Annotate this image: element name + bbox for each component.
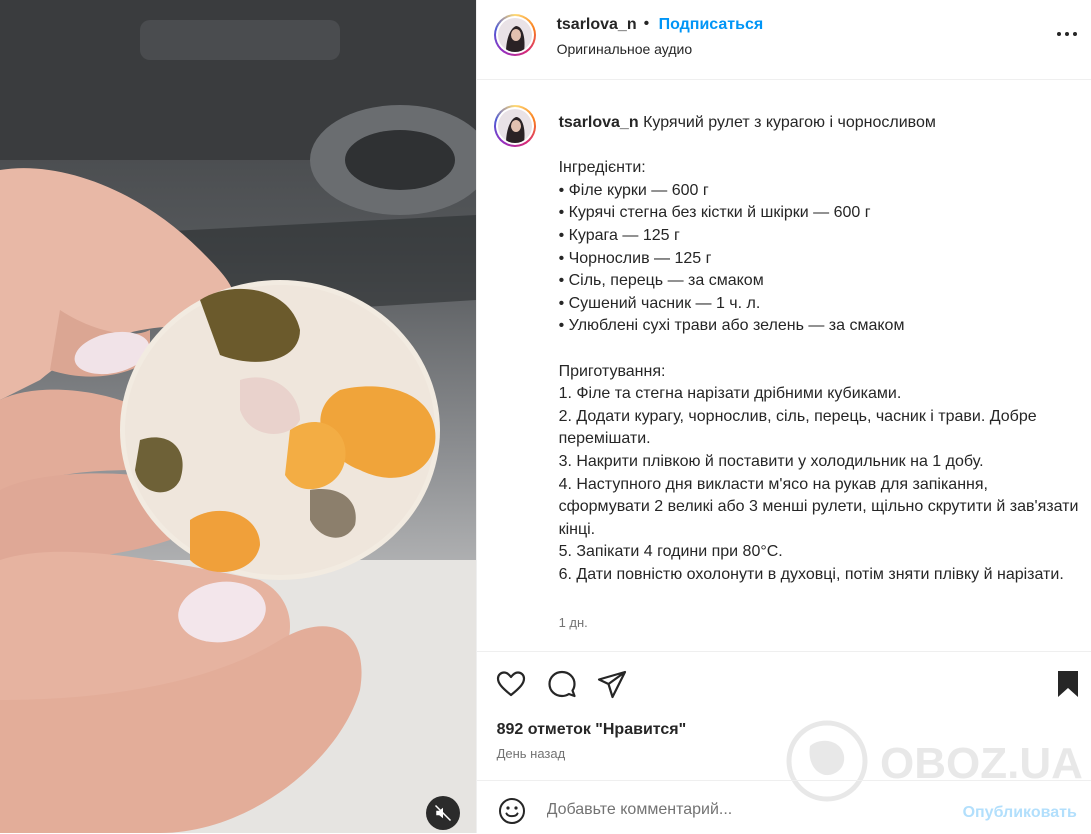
publish-button[interactable]: Опубликовать [963, 804, 1077, 822]
caption-text: Курячий рулет з курагою і чорносливом Ін… [558, 114, 1079, 583]
comment-icon[interactable] [546, 668, 578, 700]
mute-toggle-button[interactable] [426, 796, 460, 830]
action-bar [476, 651, 1091, 712]
share-icon[interactable] [596, 668, 628, 700]
post-side-panel: tsarlova_n • Подписаться Оригинальное ау… [475, 0, 1091, 834]
caption-section: tsarlova_n Курячий рулет з курагою і чор… [477, 80, 1091, 650]
follow-button[interactable]: Подписаться [659, 16, 764, 34]
post-header: tsarlova_n • Подписаться Оригинальное ау… [476, 0, 1091, 80]
more-horizontal-icon[interactable] [1053, 24, 1081, 44]
post-video[interactable] [0, 0, 476, 833]
comment-composer: Опубликовать [476, 780, 1091, 834]
avatar-photo-icon [497, 18, 532, 52]
likes-count[interactable]: 892 отметок "Нравится" [497, 721, 687, 739]
audio-label[interactable]: Оригинальное аудио [557, 41, 693, 57]
muted-icon [434, 804, 452, 822]
heart-icon[interactable] [495, 668, 527, 700]
post-view: tsarlova_n • Подписаться Оригинальное ау… [0, 0, 1091, 833]
bookmark-icon[interactable] [1052, 668, 1084, 700]
separator-dot: • [643, 15, 650, 32]
post-date[interactable]: День назад [497, 746, 566, 761]
caption-text-block: tsarlova_n Курячий рулет з курагою і чор… [559, 112, 1084, 586]
caption-username[interactable]: tsarlova_n [559, 114, 639, 131]
emoji-icon[interactable] [497, 796, 527, 826]
author-avatar[interactable] [493, 14, 536, 56]
caption-timestamp[interactable]: 1 дн. [559, 615, 588, 630]
comment-input[interactable] [546, 797, 927, 823]
avatar-photo-icon [497, 109, 532, 143]
caption-avatar[interactable] [493, 105, 536, 147]
video-frame-image [0, 0, 476, 833]
author-username[interactable]: tsarlova_n [557, 16, 637, 34]
